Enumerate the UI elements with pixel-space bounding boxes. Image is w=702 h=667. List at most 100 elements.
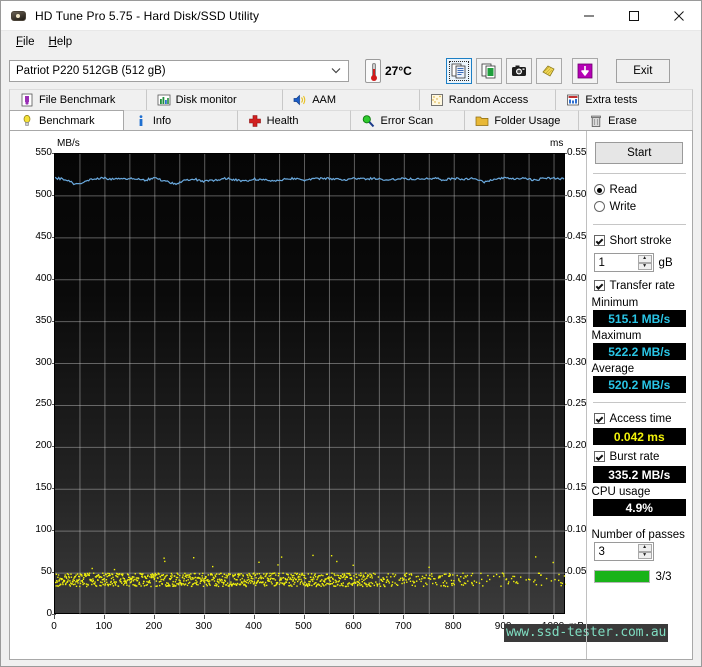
radio-read[interactable]: Read: [587, 181, 692, 198]
y-axis-tick-left: 0: [46, 608, 52, 619]
x-axis-tick-mark: [303, 615, 305, 619]
save-report-button[interactable]: [475, 58, 502, 84]
y-axis-tick-left: 350: [35, 314, 52, 326]
tab-label: Health: [266, 114, 299, 127]
stepper-down-icon[interactable]: ▼: [637, 551, 652, 559]
tab-label: Error Scan: [380, 114, 434, 127]
short-stroke-unit: gB: [658, 256, 673, 269]
y-axis-tick-left: 50: [40, 566, 52, 578]
magnifier-icon: [361, 114, 375, 128]
tab-error-scan[interactable]: Error Scan: [351, 110, 466, 130]
tab-random-access[interactable]: Random Access: [419, 89, 557, 110]
average-label: Average: [591, 363, 635, 375]
tab-label: Benchmark: [39, 114, 95, 127]
tab-disk-monitor[interactable]: Disk monitor: [146, 89, 284, 110]
x-axis-tick: 800: [444, 621, 462, 632]
minimum-label: Minimum: [591, 297, 639, 309]
checkbox-access-time[interactable]: Access time: [587, 410, 692, 427]
x-axis-tick-mark: [203, 615, 205, 619]
info-icon: [134, 114, 148, 128]
drive-select[interactable]: Patriot P220 512GB (512 gB): [9, 60, 349, 82]
stepper-down-icon[interactable]: ▼: [637, 262, 652, 270]
tab-extra-tests[interactable]: Extra tests: [556, 89, 693, 110]
radio-read-icon: [593, 184, 605, 195]
stepper-buttons[interactable]: ▲ ▼: [637, 255, 652, 270]
copy-to-clipboard-button[interactable]: [445, 58, 472, 84]
y-axis-tick-left: 100: [35, 524, 52, 536]
average-value: 520.2 MB/s: [592, 376, 686, 393]
tab-info[interactable]: Info: [123, 110, 238, 130]
tab-health[interactable]: Health: [237, 110, 352, 130]
benchmark-panel: MB/s ms 0 50 100 150 200 250 300 350 400 450 500 55…: [9, 131, 693, 660]
x-axis-tick-mark: [253, 615, 255, 619]
checkbox-short-stroke[interactable]: Short stroke: [587, 232, 692, 249]
short-stroke-value: 1: [598, 256, 605, 269]
screenshot-button[interactable]: [505, 58, 532, 84]
minimize-icon[interactable]: [566, 1, 611, 31]
x-axis-tick-mark: [54, 615, 55, 619]
radio-write[interactable]: Write: [587, 198, 692, 215]
temperature-indicator: 27°C: [365, 59, 412, 83]
divider: [592, 402, 686, 403]
exit-button[interactable]: Exit: [615, 59, 670, 83]
health-cross-icon: [248, 114, 262, 128]
progress-row: 3/3: [587, 570, 692, 583]
minimum-value: 515.1 MB/s: [592, 310, 686, 327]
checkbox-transfer-rate[interactable]: Transfer rate: [587, 277, 692, 294]
checkbox-burst-rate-icon: [593, 451, 605, 462]
passes-stepper[interactable]: 3 ▲ ▼: [593, 542, 654, 561]
short-stroke-stepper[interactable]: 1 ▲ ▼: [593, 253, 654, 272]
tab-benchmark[interactable]: Benchmark: [9, 110, 124, 130]
tab-erase[interactable]: Erase: [579, 110, 693, 130]
stepper-up-icon[interactable]: ▲: [637, 544, 652, 552]
stepper-buttons[interactable]: ▲ ▼: [637, 544, 652, 559]
tab-label: Random Access: [448, 94, 529, 106]
checkbox-access-time-icon: [593, 413, 605, 424]
x-axis-tick-mark: [453, 615, 455, 619]
close-icon[interactable]: [656, 1, 701, 31]
start-button[interactable]: Start: [595, 142, 684, 164]
thermometer-icon: [365, 59, 381, 83]
title-bar: HD Tune Pro 5.75 - Hard Disk/SSD Utility: [1, 1, 701, 31]
chevron-down-icon: [331, 66, 344, 76]
y-axis-left: 0 50 100 150 200 250 300 350 400 450 500 550: [14, 147, 56, 619]
y-axis-tick-left: 500: [35, 188, 52, 200]
burst-rate-value: 335.2 MB/s: [592, 466, 686, 483]
menu-file[interactable]: File: [9, 34, 42, 50]
x-axis-tick-mark: [403, 615, 405, 619]
tab-label: Folder Usage: [494, 114, 561, 127]
x-axis-tick-mark: [503, 615, 505, 619]
tab-row-primary: File Benchmark Disk monitor AAM Random A…: [9, 89, 693, 110]
tab-label: Erase: [608, 114, 637, 127]
passes-row: 3 ▲ ▼: [587, 542, 692, 561]
plot-svg: [55, 154, 566, 615]
tab-label: File Benchmark: [39, 94, 116, 106]
x-axis-tick: 100: [95, 621, 113, 632]
stepper-up-icon[interactable]: ▲: [637, 255, 652, 263]
folder-icon: [475, 114, 489, 128]
gloves-button[interactable]: [535, 58, 562, 84]
tab-label: Info: [152, 114, 172, 127]
download-button[interactable]: [571, 58, 598, 84]
x-axis-tick-mark: [553, 615, 555, 619]
checkbox-burst-rate[interactable]: Burst rate: [587, 448, 692, 465]
checkbox-transfer-rate-label: Transfer rate: [609, 279, 675, 292]
hd-tune-pro-window: HD Tune Pro 5.75 - Hard Disk/SSD Utility…: [0, 0, 702, 667]
trash-icon: [589, 114, 603, 128]
tab-label: AAM: [312, 94, 337, 106]
temperature-value: 27°C: [385, 64, 412, 78]
tab-label: Disk monitor: [175, 94, 237, 106]
maximum-value: 522.2 MB/s: [592, 343, 686, 360]
menu-help[interactable]: Help: [42, 34, 80, 50]
window-controls: [566, 1, 701, 31]
x-axis-tick: 200: [145, 621, 163, 632]
checkbox-transfer-rate-icon: [593, 280, 605, 291]
maximize-icon[interactable]: [611, 1, 656, 31]
drive-select-label: Patriot P220 512GB (512 gB): [16, 65, 166, 77]
tab-aam[interactable]: AAM: [283, 89, 420, 110]
short-stroke-size-row: 1 ▲ ▼ gB: [587, 253, 692, 272]
y-axis-tick-left: 150: [35, 482, 52, 494]
random-access-icon: [430, 93, 444, 107]
tab-folder-usage[interactable]: Folder Usage: [465, 110, 580, 130]
tab-file-benchmark[interactable]: File Benchmark: [9, 89, 147, 110]
